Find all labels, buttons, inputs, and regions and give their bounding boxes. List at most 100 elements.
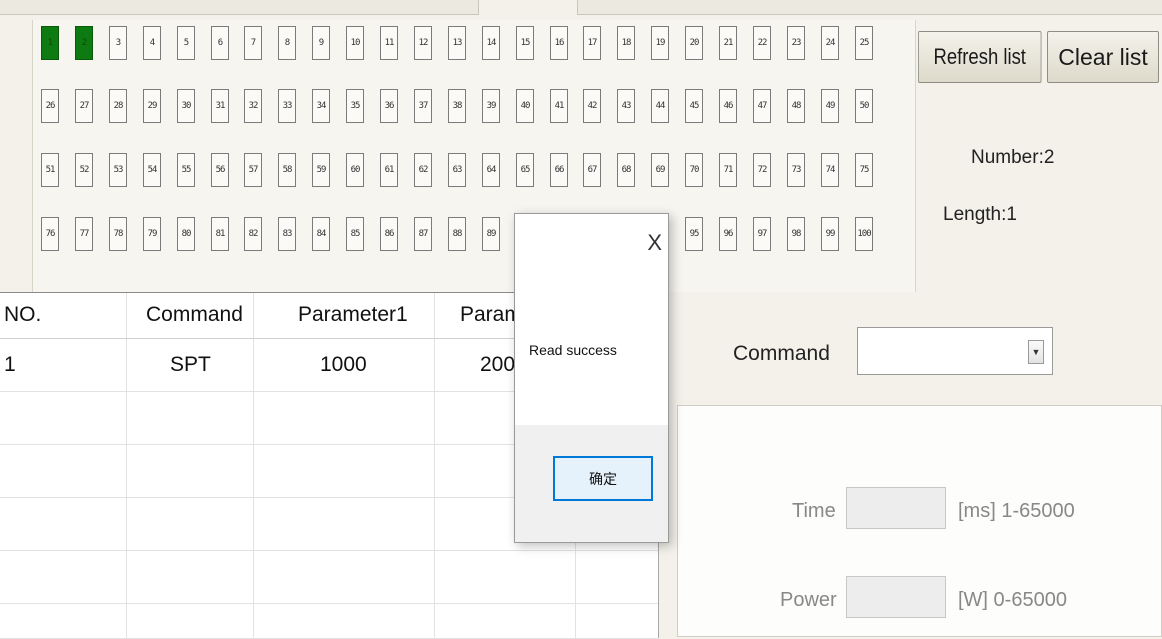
slot-cell[interactable]: 5 xyxy=(177,26,195,60)
slot-cell[interactable]: 53 xyxy=(109,153,127,187)
slot-cell[interactable]: 13 xyxy=(448,26,466,60)
slot-cell[interactable]: 85 xyxy=(346,217,364,251)
slot-cell[interactable]: 3 xyxy=(109,26,127,60)
slot-cell[interactable]: 66 xyxy=(550,153,568,187)
slot-cell[interactable]: 7 xyxy=(244,26,262,60)
slot-cell[interactable]: 75 xyxy=(855,153,873,187)
slot-cell[interactable]: 46 xyxy=(719,89,737,123)
slot-cell[interactable]: 18 xyxy=(617,26,635,60)
slot-cell[interactable]: 68 xyxy=(617,153,635,187)
active-tab[interactable] xyxy=(478,0,578,15)
slot-cell[interactable]: 80 xyxy=(177,217,195,251)
slot-cell[interactable]: 16 xyxy=(550,26,568,60)
slot-cell[interactable]: 37 xyxy=(414,89,432,123)
ok-button[interactable]: 确定 xyxy=(553,456,653,501)
slot-cell[interactable]: 65 xyxy=(516,153,534,187)
slot-cell[interactable]: 1 xyxy=(41,26,59,60)
slot-cell[interactable]: 43 xyxy=(617,89,635,123)
slot-cell[interactable]: 100 xyxy=(855,217,873,251)
slot-cell[interactable]: 70 xyxy=(685,153,703,187)
slot-cell[interactable]: 25 xyxy=(855,26,873,60)
close-icon[interactable]: X xyxy=(647,230,662,256)
slot-cell[interactable]: 50 xyxy=(855,89,873,123)
slot-cell[interactable]: 88 xyxy=(448,217,466,251)
slot-cell[interactable]: 77 xyxy=(75,217,93,251)
slot-cell[interactable]: 73 xyxy=(787,153,805,187)
slot-cell[interactable]: 98 xyxy=(787,217,805,251)
slot-cell[interactable]: 99 xyxy=(821,217,839,251)
slot-cell[interactable]: 67 xyxy=(583,153,601,187)
slot-cell[interactable]: 30 xyxy=(177,89,195,123)
slot-cell[interactable]: 62 xyxy=(414,153,432,187)
slot-cell[interactable]: 28 xyxy=(109,89,127,123)
slot-cell[interactable]: 86 xyxy=(380,217,398,251)
slot-cell[interactable]: 22 xyxy=(753,26,771,60)
slot-cell[interactable]: 60 xyxy=(346,153,364,187)
slot-cell[interactable]: 27 xyxy=(75,89,93,123)
slot-cell[interactable]: 35 xyxy=(346,89,364,123)
slot-cell[interactable]: 6 xyxy=(211,26,229,60)
command-dropdown[interactable]: ▼ xyxy=(857,327,1053,375)
slot-cell[interactable]: 79 xyxy=(143,217,161,251)
slot-cell[interactable]: 26 xyxy=(41,89,59,123)
slot-cell[interactable]: 38 xyxy=(448,89,466,123)
slot-cell[interactable]: 55 xyxy=(177,153,195,187)
slot-cell[interactable]: 21 xyxy=(719,26,737,60)
chevron-down-icon[interactable]: ▼ xyxy=(1028,340,1044,364)
slot-cell[interactable]: 31 xyxy=(211,89,229,123)
slot-cell[interactable]: 89 xyxy=(482,217,500,251)
slot-cell[interactable]: 97 xyxy=(753,217,771,251)
slot-cell[interactable]: 11 xyxy=(380,26,398,60)
time-input[interactable] xyxy=(846,487,946,529)
slot-cell[interactable]: 49 xyxy=(821,89,839,123)
slot-cell[interactable]: 14 xyxy=(482,26,500,60)
slot-cell[interactable]: 19 xyxy=(651,26,669,60)
slot-cell[interactable]: 69 xyxy=(651,153,669,187)
slot-cell[interactable]: 76 xyxy=(41,217,59,251)
slot-cell[interactable]: 56 xyxy=(211,153,229,187)
slot-cell[interactable]: 82 xyxy=(244,217,262,251)
slot-cell[interactable]: 57 xyxy=(244,153,262,187)
slot-cell[interactable]: 45 xyxy=(685,89,703,123)
slot-cell[interactable]: 39 xyxy=(482,89,500,123)
slot-cell[interactable]: 44 xyxy=(651,89,669,123)
slot-cell[interactable]: 52 xyxy=(75,153,93,187)
slot-cell[interactable]: 2 xyxy=(75,26,93,60)
slot-cell[interactable]: 47 xyxy=(753,89,771,123)
slot-cell[interactable]: 81 xyxy=(211,217,229,251)
power-input[interactable] xyxy=(846,576,946,618)
refresh-list-button[interactable]: Refresh list xyxy=(918,31,1042,83)
slot-cell[interactable]: 84 xyxy=(312,217,330,251)
slot-cell[interactable]: 72 xyxy=(753,153,771,187)
slot-cell[interactable]: 64 xyxy=(482,153,500,187)
column-header-no[interactable]: NO. xyxy=(4,303,41,327)
slot-cell[interactable]: 4 xyxy=(143,26,161,60)
column-header-command[interactable]: Command xyxy=(146,303,243,327)
slot-cell[interactable]: 51 xyxy=(41,153,59,187)
slot-cell[interactable]: 78 xyxy=(109,217,127,251)
slot-cell[interactable]: 32 xyxy=(244,89,262,123)
slot-cell[interactable]: 58 xyxy=(278,153,296,187)
slot-cell[interactable]: 15 xyxy=(516,26,534,60)
slot-cell[interactable]: 17 xyxy=(583,26,601,60)
slot-cell[interactable]: 29 xyxy=(143,89,161,123)
slot-cell[interactable]: 9 xyxy=(312,26,330,60)
slot-cell[interactable]: 33 xyxy=(278,89,296,123)
slot-cell[interactable]: 95 xyxy=(685,217,703,251)
slot-cell[interactable]: 71 xyxy=(719,153,737,187)
clear-list-button[interactable]: Clear list xyxy=(1047,31,1159,83)
slot-cell[interactable]: 96 xyxy=(719,217,737,251)
slot-cell[interactable]: 42 xyxy=(583,89,601,123)
table-row[interactable] xyxy=(0,551,658,604)
slot-cell[interactable]: 87 xyxy=(414,217,432,251)
slot-cell[interactable]: 74 xyxy=(821,153,839,187)
slot-cell[interactable]: 61 xyxy=(380,153,398,187)
slot-cell[interactable]: 63 xyxy=(448,153,466,187)
slot-cell[interactable]: 41 xyxy=(550,89,568,123)
slot-cell[interactable]: 54 xyxy=(143,153,161,187)
slot-cell[interactable]: 12 xyxy=(414,26,432,60)
slot-cell[interactable]: 34 xyxy=(312,89,330,123)
slot-cell[interactable]: 59 xyxy=(312,153,330,187)
slot-cell[interactable]: 23 xyxy=(787,26,805,60)
slot-cell[interactable]: 36 xyxy=(380,89,398,123)
